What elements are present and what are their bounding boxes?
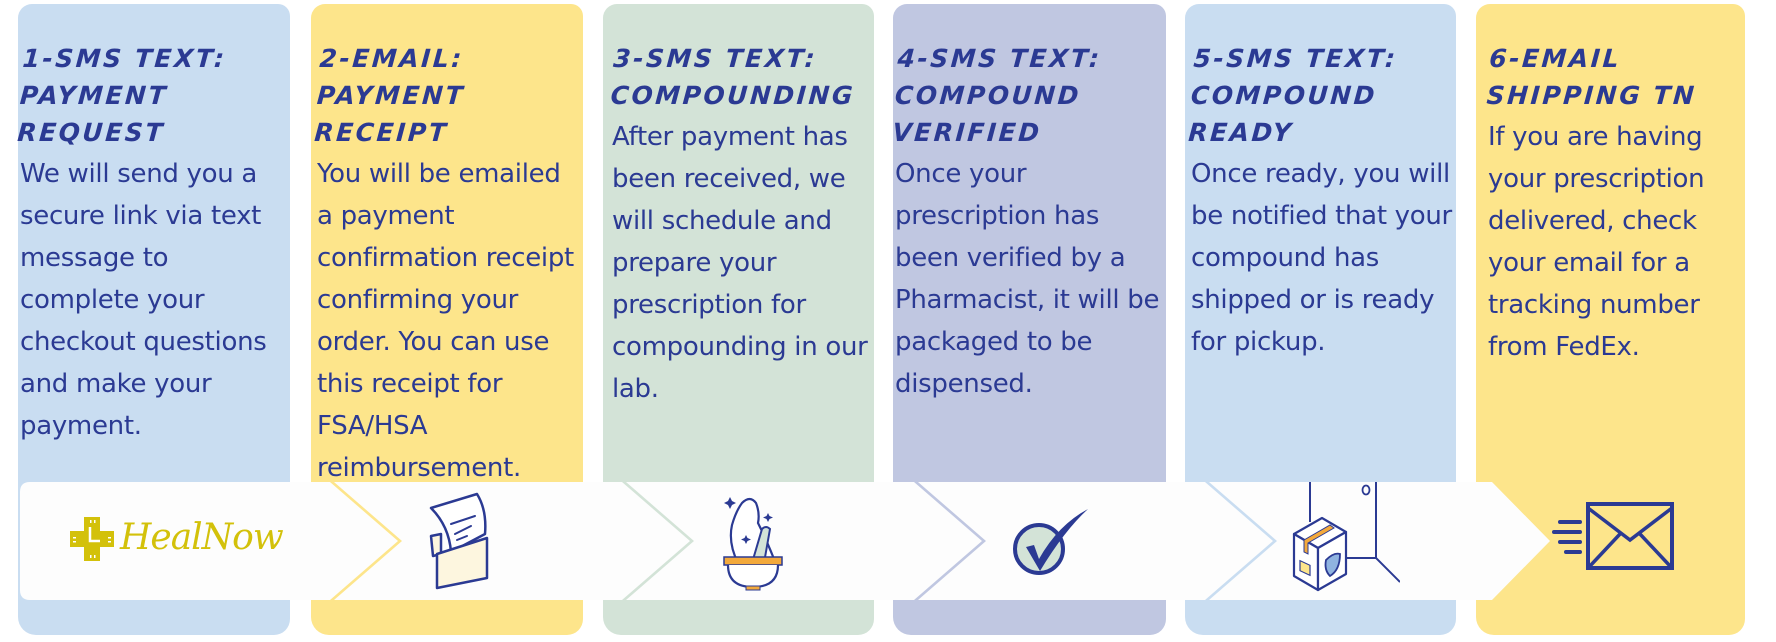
- step-1-title: 1-SMS TEXT: PAYMENT REQUEST: [16, 44, 228, 147]
- mortar-pestle-icon: [723, 497, 783, 591]
- step-3-title: 3-SMS TEXT: COMPOUNDING: [609, 44, 857, 110]
- step-6-title: 6-EMAIL SHIPPING TN: [1485, 44, 1698, 110]
- step-5-title: 5-SMS TEXT: COMPOUND READY: [1187, 44, 1399, 147]
- step-3-body: After payment has been received, we will…: [612, 122, 868, 404]
- step-2-body: You will be emailed a payment confirmati…: [317, 159, 574, 483]
- email-send-icon: [1552, 502, 1674, 570]
- step-6-body: If you are having your prescription deli…: [1488, 122, 1705, 362]
- receipt-icon: [429, 492, 489, 590]
- clock-cross-icon: [70, 517, 114, 561]
- package-door-icon: [1292, 482, 1400, 592]
- healnow-logo-text: HealNow: [120, 517, 284, 558]
- check-circle-icon: [1013, 509, 1088, 575]
- step-2-title: 2-EMAIL: PAYMENT RECEIPT: [313, 44, 467, 147]
- step-5-body: Once ready, you will be notified that yo…: [1191, 159, 1452, 357]
- step-4-title: 4-SMS TEXT: COMPOUND VERIFIED: [891, 44, 1103, 147]
- step-1-body: We will send you a secure link via text …: [20, 159, 267, 441]
- healnow-logo: HealNow: [68, 515, 284, 565]
- step-4-body: Once your prescription has been verified…: [895, 159, 1160, 399]
